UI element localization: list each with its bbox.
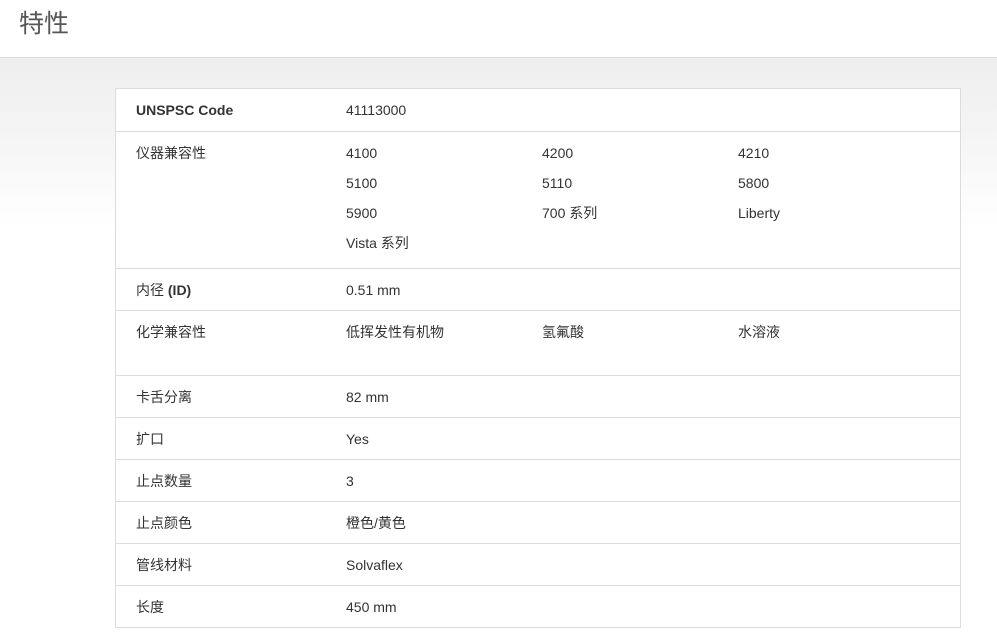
page-title: 特性 xyxy=(19,9,70,38)
inner-diameter-label-bold: (ID) xyxy=(167,282,192,298)
spec-table: UNSPSC Code 41113000 仪器兼容性 4100 4200 421… xyxy=(115,88,961,628)
instrument-compat-item: 5100 xyxy=(346,175,378,191)
spec-row-tubing-material: 管线材料 Solvaflex xyxy=(116,543,960,585)
spec-row-length: 长度 450 mm xyxy=(116,585,960,627)
spec-row-inner-diameter: 内径 (ID) 0.51 mm xyxy=(116,268,960,310)
spec-row-flared: 扩口 Yes xyxy=(116,417,960,459)
spec-label-unspsc: UNSPSC Code xyxy=(136,102,234,118)
spec-label-length: 长度 xyxy=(136,599,164,615)
spec-label-instrument-compat: 仪器兼容性 xyxy=(136,145,206,161)
spec-label-bridge-separation: 卡舌分离 xyxy=(136,389,192,405)
spec-value-inner-diameter: 0.51 mm xyxy=(346,282,401,298)
spec-value-length: 450 mm xyxy=(346,599,397,615)
instrument-compat-item: 5110 xyxy=(542,175,573,191)
spec-value-tubing-material: Solvaflex xyxy=(346,557,403,573)
spec-row-instrument-compat: 仪器兼容性 4100 4200 4210 5100 5110 5800 5900… xyxy=(116,131,960,268)
instrument-compat-item: 700 系列 xyxy=(542,205,598,221)
instrument-compat-item: Liberty xyxy=(738,205,781,221)
spec-row-unspsc: UNSPSC Code 41113000 xyxy=(116,89,960,131)
spec-row-stop-color: 止点颜色 橙色/黄色 xyxy=(116,501,960,543)
spec-label-stop-count: 止点数量 xyxy=(136,473,192,489)
spec-row-stop-count: 止点数量 3 xyxy=(116,459,960,501)
spec-row-chemical-compat: 化学兼容性 低挥发性有机物 氢氟酸 水溶液 xyxy=(116,310,960,375)
chemical-compat-item: 水溶液 xyxy=(738,324,780,340)
spec-value-stop-count: 3 xyxy=(346,473,354,489)
spec-value-flared: Yes xyxy=(346,431,369,447)
instrument-compat-item: 4210 xyxy=(738,145,770,161)
instrument-compat-item: 4100 xyxy=(346,145,378,161)
spec-label-chemical-compat: 化学兼容性 xyxy=(136,324,206,340)
spec-label-inner-diameter: 内径 (ID) xyxy=(136,282,191,298)
instrument-compat-item: 5900 xyxy=(346,205,378,221)
spec-value-unspsc: 41113000 xyxy=(346,102,407,118)
spec-label-tubing-material: 管线材料 xyxy=(136,557,192,573)
instrument-compat-item: 4200 xyxy=(542,145,574,161)
spec-value-stop-color: 橙色/黄色 xyxy=(346,515,406,531)
spec-label-flared: 扩口 xyxy=(136,431,164,447)
inner-diameter-label-prefix: 内径 xyxy=(136,282,168,298)
chemical-compat-item: 氢氟酸 xyxy=(542,324,584,340)
instrument-compat-item: Vista 系列 xyxy=(346,235,409,251)
spec-label-stop-color: 止点颜色 xyxy=(136,515,192,531)
content-area: UNSPSC Code 41113000 仪器兼容性 4100 4200 421… xyxy=(0,58,997,644)
instrument-compat-item: 5800 xyxy=(738,175,770,191)
chemical-compat-item: 低挥发性有机物 xyxy=(346,324,444,340)
spec-row-bridge-separation: 卡舌分离 82 mm xyxy=(116,375,960,417)
page-header: 特性 xyxy=(0,0,997,58)
spec-value-bridge-separation: 82 mm xyxy=(346,389,389,405)
